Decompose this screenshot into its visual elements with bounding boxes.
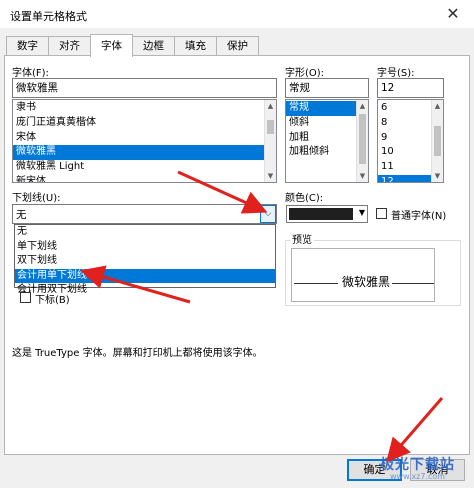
underline-label: 下划线(U): [12, 193, 61, 204]
scroll-down-icon[interactable]: ▼ [265, 170, 276, 182]
underline-value: 无 [16, 209, 27, 221]
color-picker[interactable]: ▼ [286, 205, 368, 223]
dialog-title: 设置单元格格式 [10, 10, 87, 23]
tab-alignment[interactable]: 对齐 [48, 36, 91, 56]
style-label: 字形(O): [285, 68, 325, 79]
tab-font[interactable]: 字体 [90, 34, 133, 57]
font-list-item[interactable]: 微软雅黑 Light [13, 160, 276, 175]
underline-option-highlighted[interactable]: 会计用单下划线 [15, 268, 275, 283]
preview-baseline [294, 283, 338, 284]
normal-font-checkbox[interactable] [376, 208, 387, 219]
font-name-input[interactable]: 微软雅黑 [12, 78, 277, 98]
tab-border[interactable]: 边框 [132, 36, 175, 56]
tab-protection[interactable]: 保护 [216, 36, 259, 56]
underline-option[interactable]: 无 [15, 225, 275, 240]
watermark-url: www.xz7.com [390, 472, 446, 481]
scroll-down-icon[interactable]: ▼ [357, 170, 368, 182]
size-list[interactable]: 6 8 9 10 11 12 ▲ ▼ [377, 99, 444, 183]
size-input[interactable]: 12 [377, 78, 444, 98]
close-icon[interactable]: ✕ [438, 2, 468, 26]
font-list-item[interactable]: 宋体 [13, 131, 276, 146]
info-text: 这是 TrueType 字体。屏幕和打印机上都将使用该字体。 [12, 348, 263, 359]
style-input[interactable]: 常规 [285, 78, 369, 98]
color-swatch [289, 208, 353, 220]
underline-combobox[interactable]: 无 ⌵ [12, 204, 277, 224]
underline-option[interactable]: 会计用双下划线 [15, 283, 275, 298]
watermark-logo: 极光下载站 www.xz7.com [380, 454, 455, 481]
preview-baseline [392, 283, 434, 284]
font-list-item-selected[interactable]: 微软雅黑 [13, 145, 276, 161]
tab-number[interactable]: 数字 [6, 36, 49, 56]
font-list-item[interactable]: 庞门正道真黄楷体 [13, 116, 276, 131]
size-list-scrollbar[interactable]: ▲ ▼ [431, 100, 443, 182]
preview-text: 微软雅黑 [342, 275, 391, 289]
underline-option[interactable]: 双下划线 [15, 254, 275, 269]
title-bar: 设置单元格格式 ✕ [0, 0, 474, 28]
tab-fill[interactable]: 填充 [174, 36, 217, 56]
font-list-item[interactable]: 隶书 [13, 101, 276, 116]
scroll-thumb[interactable] [267, 120, 274, 134]
chevron-down-icon[interactable]: ⌵ [260, 205, 276, 223]
underline-dropdown-list[interactable]: 无 单下划线 双下划线 会计用单下划线 会计用双下划线 [14, 224, 276, 295]
scroll-up-icon[interactable]: ▲ [265, 100, 276, 112]
underline-option[interactable]: 单下划线 [15, 240, 275, 255]
style-list[interactable]: 常规 倾斜 加粗 加粗倾斜 ▲ ▼ [285, 99, 369, 183]
normal-font-label: 普通字体(N) [391, 211, 447, 222]
preview-box: 微软雅黑 [291, 248, 435, 302]
style-list-scrollbar[interactable]: ▲ ▼ [356, 100, 368, 182]
scroll-up-icon[interactable]: ▲ [357, 100, 368, 112]
size-label: 字号(S): [377, 68, 415, 79]
preview-label: 预览 [290, 231, 314, 246]
chevron-down-icon: ▼ [358, 208, 365, 217]
scroll-thumb[interactable] [434, 126, 441, 156]
watermark-text: 极光下载站 [380, 457, 455, 473]
font-list[interactable]: 隶书 庞门正道真黄楷体 宋体 微软雅黑 微软雅黑 Light 新宋体 ▲ ▼ [12, 99, 277, 183]
tab-strip: 数字 对齐 字体 边框 填充 保护 [6, 34, 259, 57]
scroll-down-icon[interactable]: ▼ [432, 170, 443, 182]
font-list-item[interactable]: 新宋体 [13, 175, 276, 182]
font-label: 字体(F): [12, 68, 49, 79]
font-list-scrollbar[interactable]: ▲ ▼ [264, 100, 276, 182]
color-label: 颜色(C): [285, 193, 324, 204]
scroll-up-icon[interactable]: ▲ [432, 100, 443, 112]
scroll-thumb[interactable] [359, 114, 366, 164]
